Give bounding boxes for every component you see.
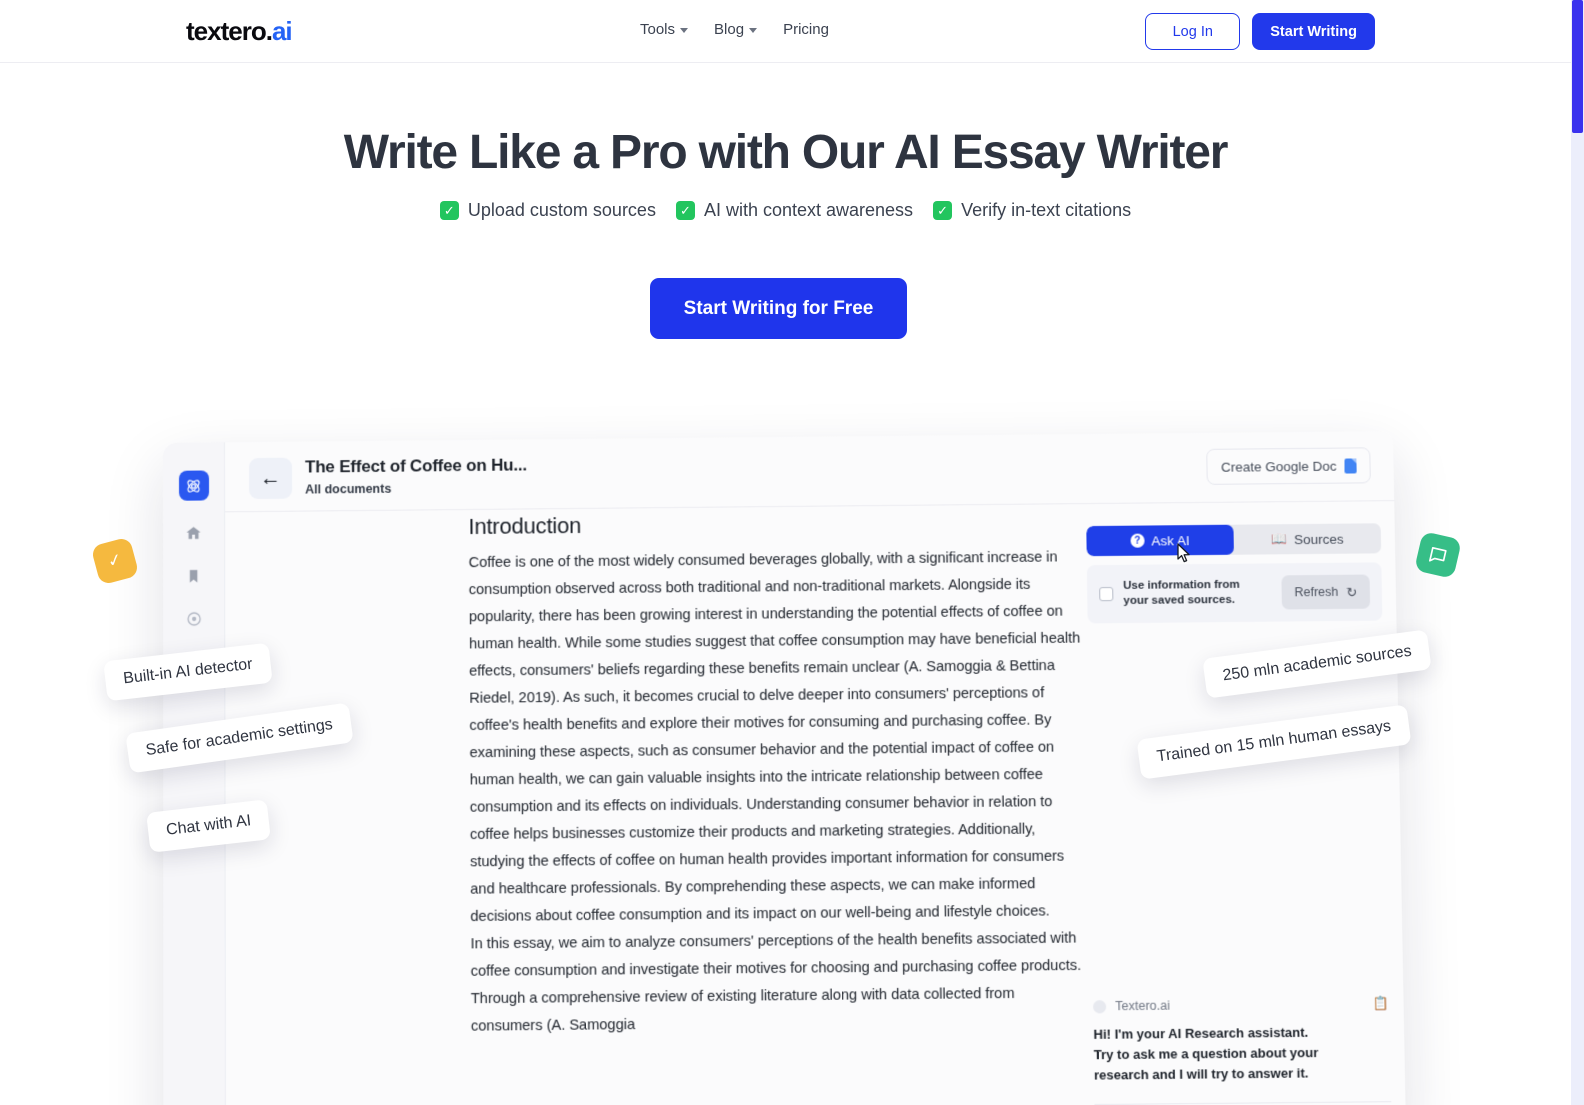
chat-bubble-tile-icon <box>1414 531 1462 579</box>
feature-label: AI with context awareness <box>703 200 914 220</box>
tab-sources-label: Sources <box>1293 531 1344 547</box>
chat-message: Hi! I'm your AI Research assistant. Try … <box>1093 1024 1319 1083</box>
app-topbar: ← The Effect of Coffee on Hu... All docu… <box>224 431 1395 513</box>
start-writing-for-free-button[interactable]: Start Writing for Free <box>650 278 907 339</box>
assistant-panel: ? Ask AI 📖 Sources Use information from … <box>1086 523 1383 624</box>
divider <box>1094 1101 1392 1105</box>
home-icon[interactable] <box>183 522 205 544</box>
atom-logo-icon[interactable] <box>178 470 209 501</box>
header-actions: Log In Start Writing <box>1145 13 1375 50</box>
bookmark-icon[interactable] <box>183 565 205 587</box>
tab-ask-ai[interactable]: ? Ask AI <box>1086 524 1234 557</box>
nav-item-tools[interactable]: Tools <box>640 21 689 38</box>
check-icon: ✓ <box>675 201 695 220</box>
document-section-heading: Introduction <box>468 512 582 540</box>
use-saved-sources-label: Use information from your saved sources. <box>1123 578 1240 608</box>
logo-text: textero <box>186 16 267 46</box>
document-page[interactable]: Introduction Coffee is one of the most w… <box>468 504 1086 1041</box>
feature-item: ✓ Verify in-text citations <box>933 200 1131 221</box>
google-doc-icon <box>1344 457 1357 474</box>
document-title: The Effect of Coffee on Hu... <box>305 455 528 477</box>
question-mark-icon: ? <box>1130 533 1145 548</box>
page-scrollbar-thumb[interactable] <box>1572 0 1583 133</box>
document-paragraph: In this essay, we aim to analyze consume… <box>470 930 1082 1035</box>
chat-author-row: Textero.ai 📋 <box>1092 995 1390 1014</box>
assistant-tabs: ? Ask AI 📖 Sources <box>1086 523 1382 557</box>
create-google-doc-label: Create Google Doc <box>1220 458 1337 475</box>
feature-item: ✓ AI with context awareness <box>675 200 914 221</box>
back-button[interactable]: ← <box>249 457 293 500</box>
hero-feature-list: ✓ Upload custom sources ✓ AI with contex… <box>0 200 1571 221</box>
tab-ask-ai-label: Ask AI <box>1151 532 1190 549</box>
copy-icon[interactable]: 📋 <box>1373 995 1390 1011</box>
all-documents-link[interactable]: All documents <box>305 482 391 497</box>
use-saved-sources-checkbox[interactable] <box>1099 587 1114 602</box>
chevron-down-icon <box>680 28 689 33</box>
tab-sources[interactable]: 📖 Sources <box>1233 523 1381 554</box>
app-sidebar <box>162 442 226 1105</box>
avatar <box>1092 999 1107 1013</box>
check-tile-icon: ✓ <box>90 536 140 586</box>
logo-accent: ai <box>271 16 293 46</box>
nav-label-tools: Tools <box>640 21 676 38</box>
page-title: Write Like a Pro with Our AI Essay Write… <box>343 126 1229 179</box>
book-icon: 📖 <box>1270 531 1288 547</box>
check-icon: ✓ <box>439 201 459 220</box>
start-writing-button[interactable]: Start Writing <box>1252 13 1375 50</box>
nav-label-pricing: Pricing <box>783 21 829 38</box>
feature-item: ✓ Upload custom sources <box>439 200 656 221</box>
page-scrollbar-track[interactable] <box>1571 0 1584 1105</box>
check-icon: ✓ <box>933 201 953 220</box>
nav-item-blog[interactable]: Blog <box>714 21 758 38</box>
chevron-down-icon <box>749 28 758 33</box>
nav-label-blog: Blog <box>714 21 745 38</box>
feed-icon[interactable] <box>183 608 205 630</box>
document-paragraph: Coffee is one of the most widely consume… <box>468 549 1081 926</box>
feature-label: Upload custom sources <box>467 200 656 220</box>
assistant-chat: Textero.ai 📋 Hi! I'm your AI Research as… <box>1092 995 1393 1105</box>
create-google-doc-button[interactable]: Create Google Doc <box>1206 447 1371 485</box>
refresh-icon: ↻ <box>1346 585 1357 600</box>
chat-author-name: Textero.ai <box>1115 998 1171 1014</box>
refresh-button[interactable]: Refresh ↻ <box>1281 574 1371 610</box>
site-header: textero.ai Tools Blog Pricing Log In Sta… <box>0 0 1571 63</box>
use-saved-sources-row: Use information from your saved sources.… <box>1086 562 1383 624</box>
document-workspace: Introduction Coffee is one of the most w… <box>225 501 1407 1105</box>
main-navigation: Tools Blog Pricing <box>640 21 829 38</box>
refresh-label: Refresh <box>1294 584 1339 600</box>
site-logo[interactable]: textero.ai <box>186 16 293 46</box>
login-button[interactable]: Log In <box>1145 13 1241 50</box>
nav-item-pricing[interactable]: Pricing <box>783 21 829 38</box>
feature-label: Verify in-text citations <box>961 200 1132 220</box>
